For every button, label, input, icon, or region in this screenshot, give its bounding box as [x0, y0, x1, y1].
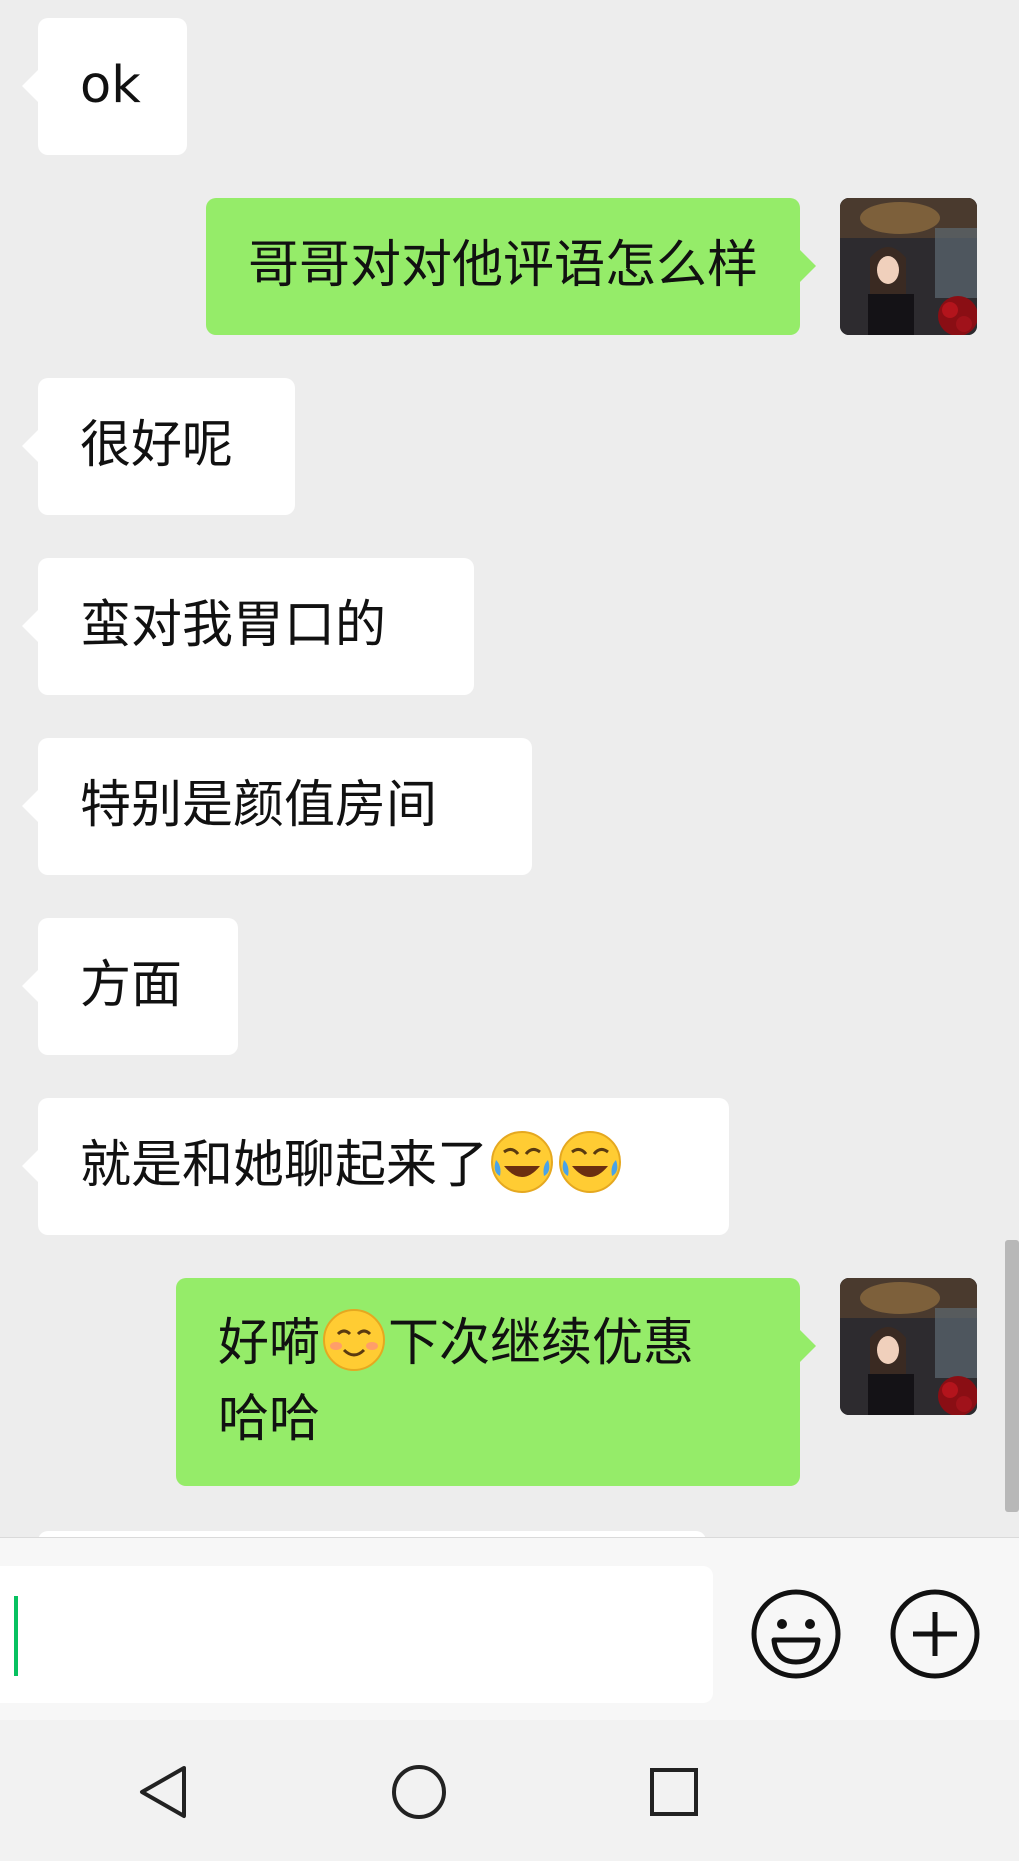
system-navigation-bar — [0, 1720, 1019, 1861]
home-icon — [392, 1765, 446, 1819]
incoming-message-bubble[interactable]: 特别是颜值房间 — [22, 738, 532, 875]
text-caret — [14, 1596, 18, 1676]
message-line: 好嗬 下次继续优惠 — [218, 1306, 758, 1382]
nav-home-button[interactable] — [389, 1762, 449, 1822]
message-text: 蛮对我胃口的 — [80, 596, 387, 655]
smiling-face-emoji — [322, 1308, 386, 1372]
crying-laughing-emoji — [490, 1130, 554, 1194]
incoming-message-bubble[interactable]: ok — [22, 18, 187, 155]
message-text: 哥哥对对他评语怎么样 — [247, 236, 758, 295]
nav-recents-button[interactable] — [644, 1762, 704, 1822]
message-text: 方面 — [80, 956, 183, 1015]
outgoing-message-bubble[interactable]: 好嗬 下次继续优惠 哈哈 — [176, 1278, 816, 1486]
message-text: ok — [80, 56, 141, 115]
message-text: 特别是颜值房间 — [80, 776, 438, 835]
message-text: 就是和她聊起来了 — [80, 1136, 489, 1195]
outgoing-message-bubble[interactable]: 哥哥对对他评语怎么样 — [205, 198, 817, 335]
incoming-message-bubble[interactable]: 就是和她聊起来了 — [22, 1098, 729, 1235]
plus-icon — [890, 1589, 980, 1679]
message-text: 下次继续优惠 — [388, 1314, 695, 1373]
user-avatar[interactable] — [840, 198, 977, 335]
message-input[interactable] — [0, 1566, 713, 1703]
incoming-message-bubble[interactable]: 方面 — [22, 918, 238, 1055]
message-text: 好嗬 — [218, 1314, 321, 1373]
chat-message-list[interactable]: ok 哥哥对对他评语怎么样 很好呢 蛮对我胃口的 特别是颜值房间 方面 就是和她… — [0, 0, 1019, 1537]
back-icon — [140, 1766, 186, 1818]
scrollbar[interactable] — [1005, 1240, 1019, 1512]
incoming-message-bubble[interactable]: 很好呢 — [22, 378, 295, 515]
chat-input-bar — [0, 1537, 1019, 1720]
recents-icon — [650, 1768, 698, 1816]
user-avatar[interactable] — [840, 1278, 977, 1415]
emoji-icon — [751, 1589, 841, 1679]
incoming-message-bubble[interactable]: 蛮对我胃口的 — [22, 558, 474, 695]
emoji-button[interactable] — [750, 1588, 842, 1680]
crying-laughing-emoji — [558, 1130, 622, 1194]
message-text-line2: 哈哈 — [218, 1390, 321, 1449]
nav-back-button[interactable] — [134, 1762, 194, 1822]
more-button[interactable] — [889, 1588, 981, 1680]
message-text: 很好呢 — [80, 416, 234, 475]
